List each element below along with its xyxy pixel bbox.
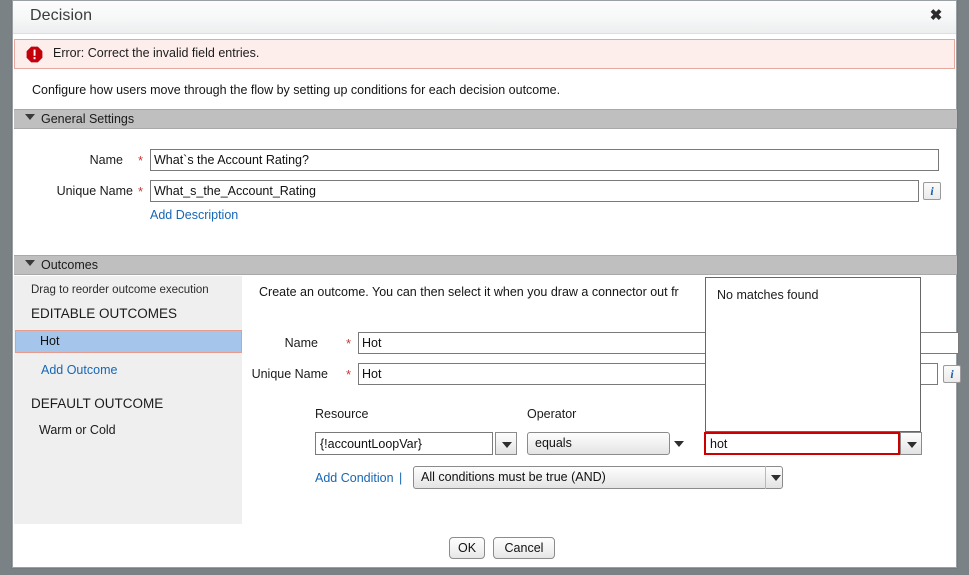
general-name-label: Name <box>48 153 123 167</box>
general-unique-name-required-marker: * <box>138 185 143 198</box>
error-message: Error: Correct the invalid field entries… <box>53 46 259 60</box>
info-icon[interactable]: i <box>923 182 941 200</box>
chevron-down-icon[interactable] <box>900 432 922 455</box>
outcome-name-required-marker: * <box>346 337 351 350</box>
chevron-down-icon[interactable] <box>25 260 35 266</box>
chevron-down-icon[interactable] <box>25 114 35 120</box>
cancel-button[interactable]: Cancel <box>493 537 555 559</box>
close-icon[interactable]: ✖ <box>926 6 946 26</box>
add-condition-link[interactable]: Add Condition <box>315 471 394 485</box>
chevron-down-icon[interactable] <box>765 466 785 489</box>
operator-value[interactable]: equals <box>527 432 670 455</box>
condition-logic-value[interactable]: All conditions must be true (AND) <box>413 466 783 489</box>
chevron-down-icon[interactable] <box>495 432 517 455</box>
operator-column-label: Operator <box>527 407 576 421</box>
section-label: Outcomes <box>41 258 98 272</box>
default-outcome-heading: DEFAULT OUTCOME <box>31 396 163 411</box>
general-name-required-marker: * <box>138 154 143 167</box>
chevron-down-icon[interactable] <box>670 432 692 455</box>
condition-value-input[interactable] <box>704 432 900 455</box>
intro-description: Configure how users move through the flo… <box>32 83 560 97</box>
outcome-list-item-label: Hot <box>40 334 59 348</box>
separator: | <box>399 471 402 485</box>
outcomes-sidebar: Drag to reorder outcome execution EDITAB… <box>14 276 242 524</box>
outcome-name-label: Name <box>243 336 318 350</box>
dialog-titlebar: Decision ✖ <box>13 1 956 34</box>
section-header-outcomes[interactable]: Outcomes <box>14 255 957 275</box>
outcome-unique-name-required-marker: * <box>346 368 351 381</box>
decision-dialog: Decision ✖ Error: Correct the invalid fi… <box>12 0 957 568</box>
resource-input[interactable] <box>315 432 493 455</box>
general-name-input[interactable] <box>150 149 939 171</box>
drag-reorder-hint: Drag to reorder outcome execution <box>31 284 209 296</box>
dialog-title: Decision <box>30 7 92 25</box>
ok-button[interactable]: OK <box>449 537 485 559</box>
typeahead-dropdown-panel[interactable]: No matches found <box>705 277 921 432</box>
error-octagon-icon <box>26 46 43 63</box>
section-label: General Settings <box>41 112 134 126</box>
outcome-unique-name-label: Unique Name <box>223 367 328 381</box>
info-icon[interactable]: i <box>943 365 961 383</box>
add-outcome-link[interactable]: Add Outcome <box>41 363 117 377</box>
general-unique-name-input[interactable] <box>150 180 919 202</box>
typeahead-empty-message: No matches found <box>717 288 818 302</box>
error-banner: Error: Correct the invalid field entries… <box>14 39 955 69</box>
default-outcome-item[interactable]: Warm or Cold <box>39 423 116 437</box>
add-description-link[interactable]: Add Description <box>150 208 238 222</box>
resource-column-label: Resource <box>315 407 369 421</box>
general-unique-name-label: Unique Name <box>28 184 133 198</box>
editable-outcomes-heading: EDITABLE OUTCOMES <box>31 306 177 321</box>
outcome-detail-description: Create an outcome. You can then select i… <box>259 285 679 299</box>
section-header-general-settings[interactable]: General Settings <box>14 109 957 129</box>
outcome-list-item-hot[interactable]: Hot <box>15 330 242 353</box>
